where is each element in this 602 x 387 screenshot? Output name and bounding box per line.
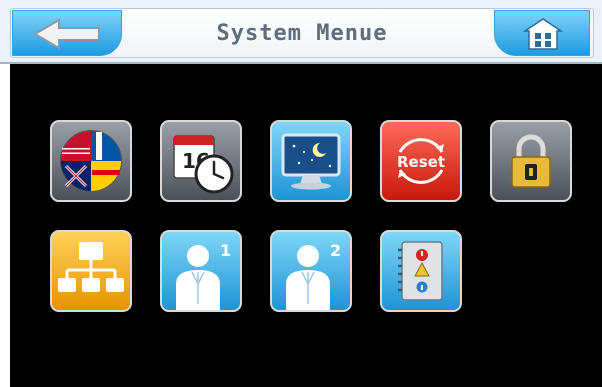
network-tree-icon (58, 242, 124, 292)
reset-icon: Reset (397, 138, 445, 184)
reset-button[interactable]: Reset (380, 120, 462, 202)
display-button[interactable] (270, 120, 352, 202)
flags-globe-icon (60, 130, 122, 192)
reset-label: Reset (397, 153, 445, 171)
monitor-night-icon (281, 133, 341, 190)
home-icon (522, 18, 564, 50)
language-button[interactable] (50, 120, 132, 202)
date-time-button[interactable]: 16 (160, 120, 242, 202)
user-1-number: 1 (220, 241, 231, 260)
back-button[interactable] (12, 10, 122, 56)
header-bar: System Menue (0, 0, 602, 64)
user-1-button[interactable]: 1 (160, 230, 242, 312)
system-menu-screen: System Menue 16 Reset 1 2 (0, 0, 602, 387)
page-title: System Menue (216, 21, 388, 46)
arrow-left-icon (33, 18, 100, 50)
lock-button[interactable] (490, 120, 572, 202)
home-button[interactable] (494, 10, 590, 56)
log-button[interactable] (380, 230, 462, 312)
user-2-button[interactable]: 2 (270, 230, 352, 312)
network-button[interactable] (50, 230, 132, 312)
user-1-icon: 1 (176, 241, 231, 310)
calendar-clock-icon: 16 (173, 135, 234, 194)
user-2-number: 2 (330, 241, 341, 260)
notebook-alerts-icon (398, 241, 443, 301)
padlock-icon (511, 134, 551, 188)
user-2-icon: 2 (286, 241, 341, 310)
menu-grid: 16 Reset 1 2 (0, 64, 602, 387)
